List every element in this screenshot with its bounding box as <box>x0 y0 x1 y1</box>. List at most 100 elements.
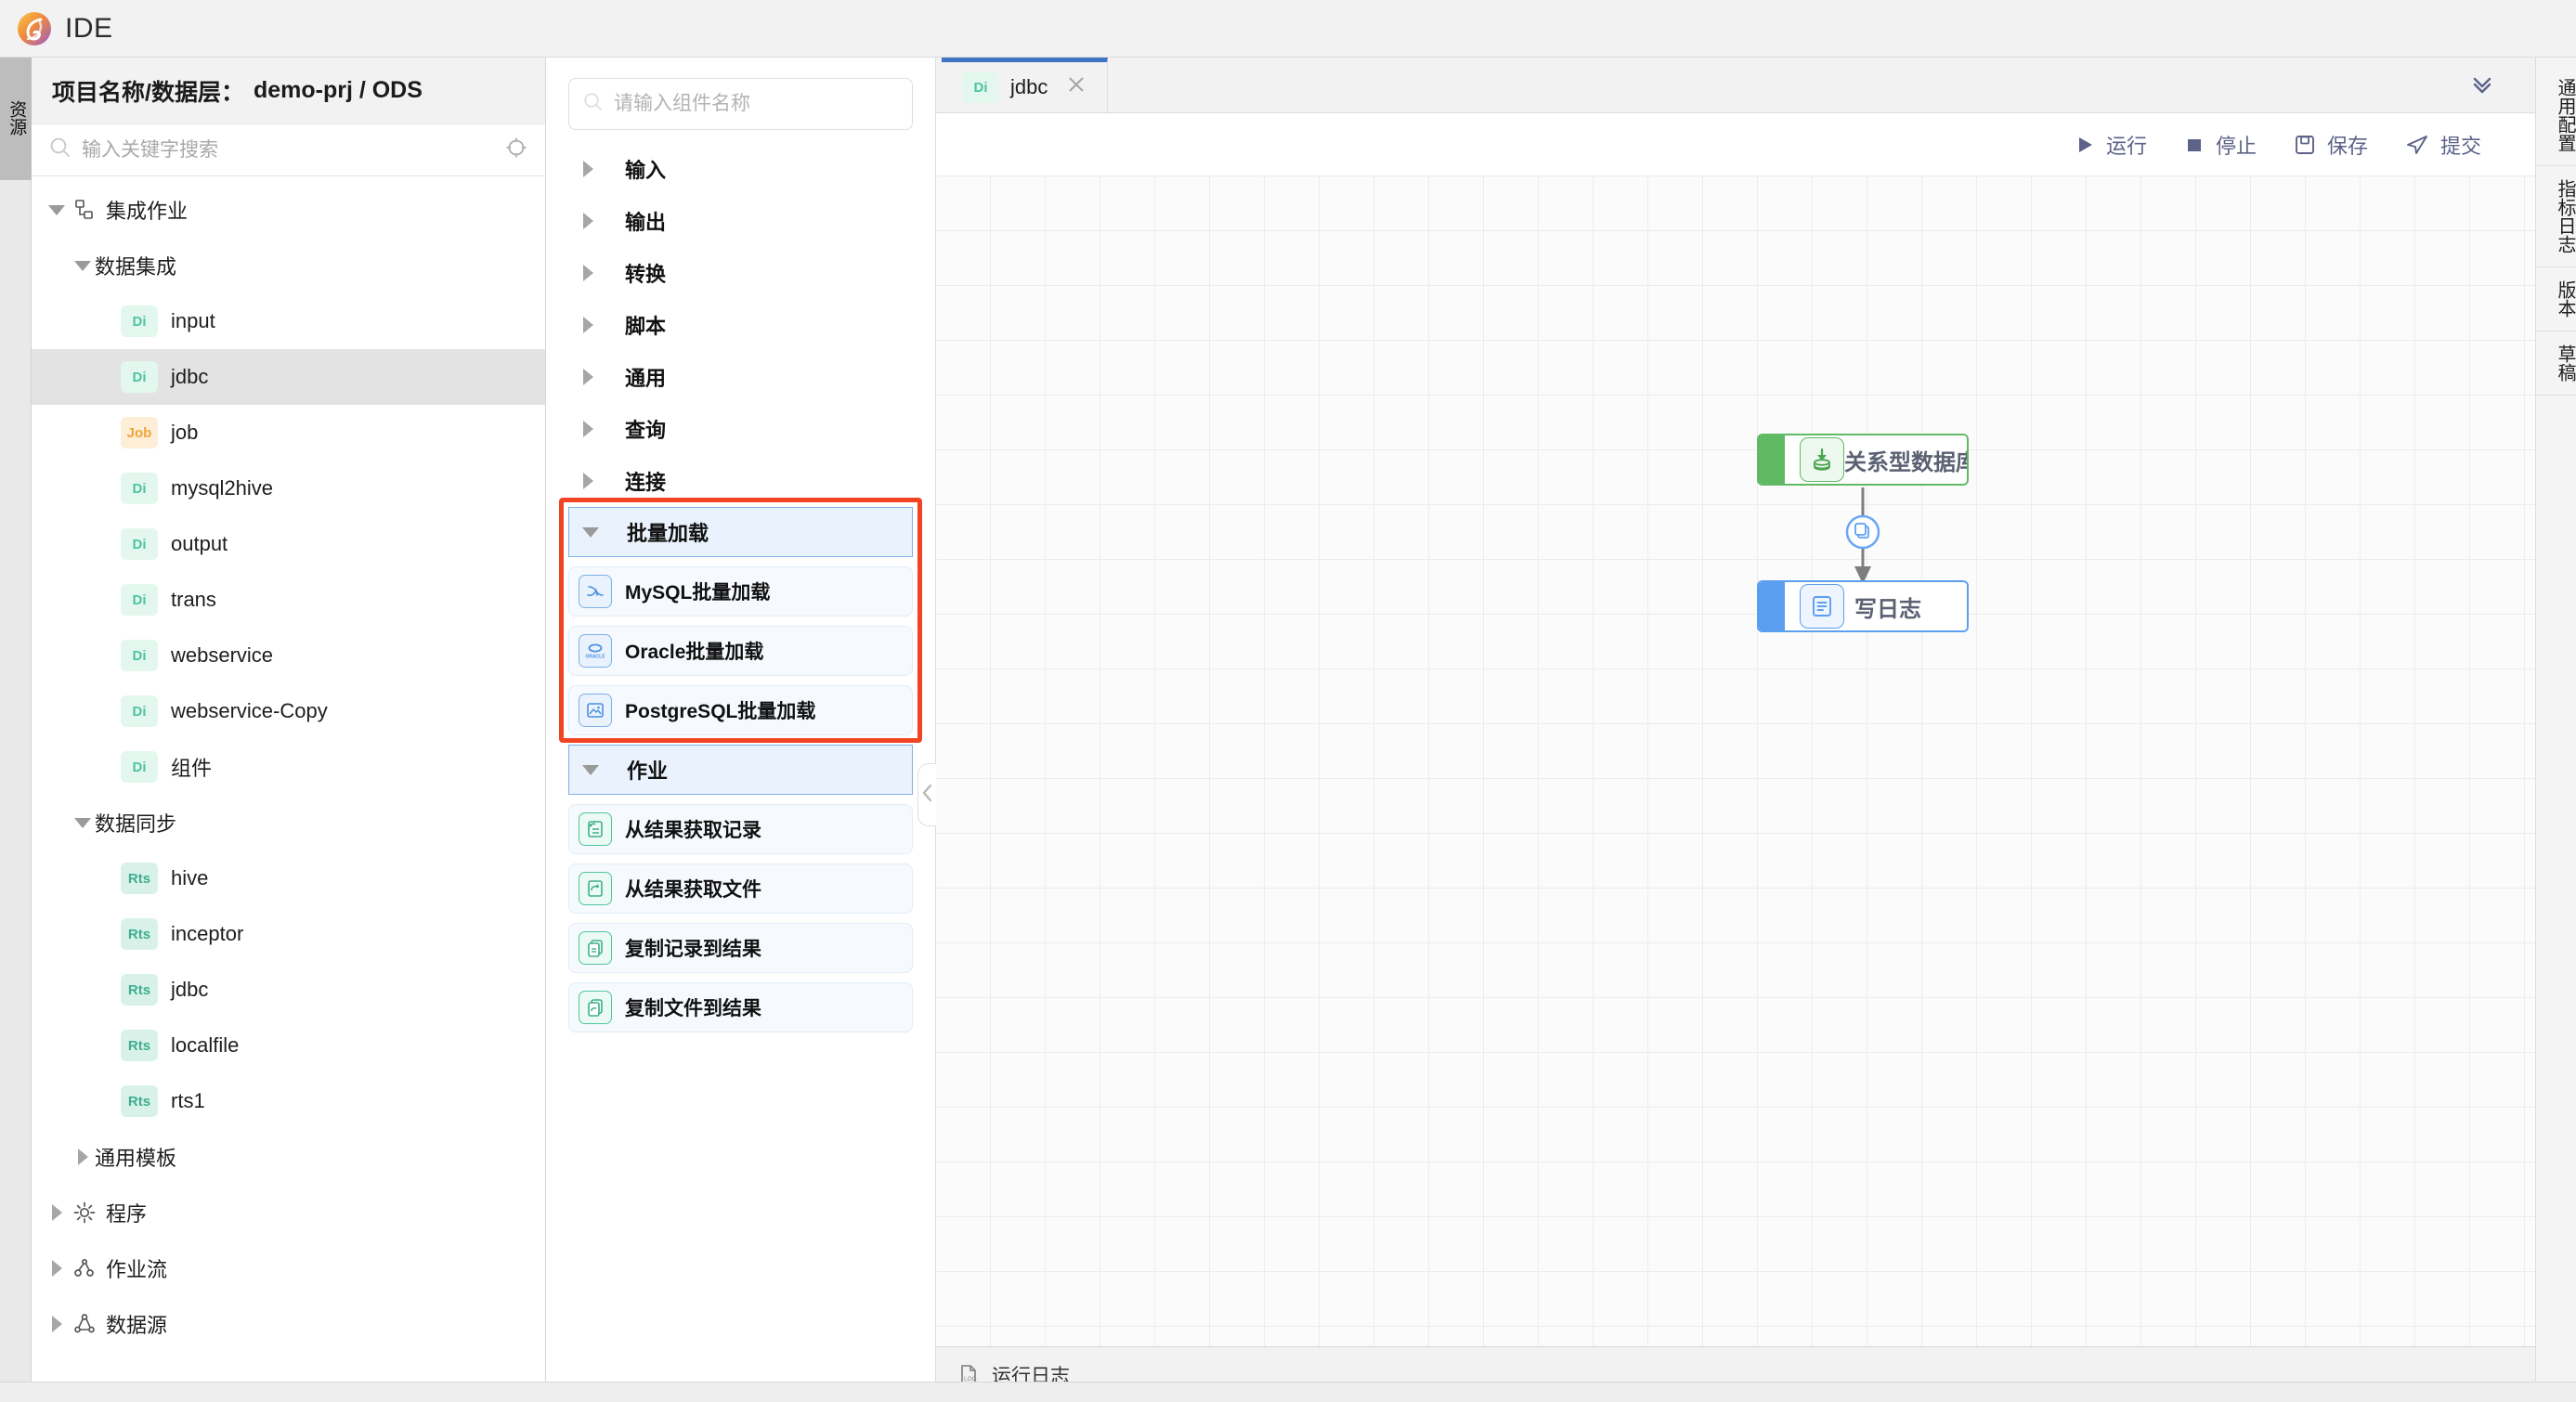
tree-item-label: 作业流 <box>106 1258 168 1281</box>
chevron-right-icon <box>583 369 593 385</box>
tree-item-程序[interactable]: 程序 <box>32 1185 545 1240</box>
palette-group-header-批量加载[interactable]: 批量加载 <box>568 507 913 557</box>
tree-item-badge: Rts <box>121 863 158 894</box>
palette-search-input[interactable] <box>614 93 899 115</box>
palette-component-复制记录到结果[interactable]: 复制记录到结果 <box>568 923 913 973</box>
palette-component-从结果获取文件[interactable]: 从结果获取文件 <box>568 863 913 914</box>
tree-item-localfile[interactable]: Rts localfile <box>32 1018 545 1073</box>
chevron-right-icon <box>583 421 593 437</box>
close-icon[interactable] <box>1066 74 1086 100</box>
flow-canvas[interactable]: 关系型数据库输... 写日志 <box>936 176 2535 1346</box>
chevron-right-icon[interactable] <box>45 1316 69 1332</box>
tree-item-数据集成[interactable]: 数据集成 <box>32 238 545 293</box>
tree-item-webservice-copy[interactable]: Di webservice-Copy <box>32 683 545 739</box>
locate-target-icon[interactable] <box>504 136 528 164</box>
stop-button[interactable]: 停止 <box>2184 130 2257 160</box>
node-write-log[interactable]: 写日志 <box>1757 580 1969 632</box>
save-button[interactable]: 保存 <box>2294 130 2368 160</box>
tree-item-label: jdbc <box>171 365 209 388</box>
rail-tab-resource[interactable]: 资源 <box>0 58 32 180</box>
chevron-down-icon <box>582 526 599 538</box>
submit-button[interactable]: 提交 <box>2405 130 2481 160</box>
run-label: 运行 <box>2105 134 2147 158</box>
app-header-bar: IDE <box>0 0 2576 58</box>
chevron-down-icon[interactable] <box>45 204 69 215</box>
palette-component-从结果获取记录[interactable]: 从结果获取记录 <box>568 804 913 854</box>
copy-files-to-result-icon <box>579 991 612 1024</box>
palette-category-连接[interactable]: 连接 <box>568 455 913 507</box>
chevron-right-icon[interactable] <box>45 1260 69 1277</box>
palette-group-label: 批量加载 <box>627 522 709 545</box>
palette-category-通用[interactable]: 通用 <box>568 351 913 403</box>
left-rail: 资源 <box>0 58 32 1402</box>
double-chevron-down-icon[interactable] <box>2468 71 2496 103</box>
chevron-down-icon[interactable] <box>71 260 95 271</box>
palette-category-脚本[interactable]: 脚本 <box>568 299 913 351</box>
palette-group-header-作业[interactable]: 作业 <box>568 745 913 795</box>
chevron-right-icon <box>583 317 593 333</box>
tree-item-badge: Di <box>121 584 158 616</box>
tree-item-数据源[interactable]: 数据源 <box>32 1296 545 1352</box>
tree-item-集成作业[interactable]: 集成作业 <box>32 182 545 238</box>
palette-component-MySQL批量加载[interactable]: MySQL批量加载 <box>568 566 913 617</box>
tree-item-label: 数据同步 <box>95 812 177 836</box>
right-rail-tab-草稿[interactable]: 草稿 <box>2536 331 2576 396</box>
chevron-right-icon[interactable] <box>71 1149 95 1165</box>
tree-item-job[interactable]: Job job <box>32 405 545 461</box>
chevron-left-icon <box>921 783 934 808</box>
write-log-icon <box>1800 584 1844 629</box>
tree-item-jdbc[interactable]: Rts jdbc <box>32 962 545 1018</box>
tree-item-rts1[interactable]: Rts rts1 <box>32 1073 545 1129</box>
tree-item-inceptor[interactable]: Rts inceptor <box>32 906 545 962</box>
tree-item-mysql2hive[interactable]: Di mysql2hive <box>32 461 545 516</box>
palette-component-label: 从结果获取文件 <box>625 879 761 901</box>
tree-item-trans[interactable]: Di trans <box>32 572 545 628</box>
right-rail-tab-通用配置[interactable]: 通用配置 <box>2536 65 2576 166</box>
right-rail-tab-指标日志[interactable]: 指标日志 <box>2536 166 2576 267</box>
palette-component-label: 复制记录到结果 <box>625 939 761 960</box>
tree-search-bar <box>32 124 545 176</box>
chevron-down-icon[interactable] <box>71 817 95 828</box>
run-button[interactable]: 运行 <box>2075 130 2147 160</box>
right-rail-tab-版本[interactable]: 版本 <box>2536 267 2576 331</box>
project-label: 项目名称/数据层： <box>52 79 244 106</box>
resource-tree-panel: 项目名称/数据层： demo-prj / ODS 集成作业数据集成Diinput… <box>32 58 546 1402</box>
mysql-dolphin-icon <box>579 575 612 608</box>
palette-category-label: 转换 <box>625 263 667 286</box>
tab-jdbc[interactable]: Di jdbc <box>942 58 1109 112</box>
tree-item-webservice[interactable]: Di webservice <box>32 628 545 683</box>
palette-category-输入[interactable]: 输入 <box>568 143 913 195</box>
chevron-down-icon <box>582 764 599 775</box>
palette-category-查询[interactable]: 查询 <box>568 403 913 455</box>
tree-item-作业流[interactable]: 作业流 <box>32 1240 545 1296</box>
editor-tabbar: Di jdbc <box>936 58 2535 113</box>
tree-item-label: 通用模板 <box>95 1147 177 1170</box>
tree-item-badge: Di <box>121 528 158 560</box>
tree-item-数据同步[interactable]: 数据同步 <box>32 795 545 850</box>
node-label: 关系型数据库输... <box>1844 449 1967 475</box>
submit-label: 提交 <box>2439 134 2481 158</box>
tree-item-label: trans <box>171 588 216 611</box>
tree-item-output[interactable]: Di output <box>32 516 545 572</box>
chevron-right-icon[interactable] <box>45 1204 69 1221</box>
resource-tree-list: 集成作业 数据集成 Di input Di jdbc Job job Di mysql2hive D… <box>32 176 545 1402</box>
tree-search-input[interactable] <box>82 138 504 162</box>
palette-collapse-handle[interactable] <box>917 763 936 826</box>
gear-icon <box>69 1201 100 1225</box>
palette-category-label: 连接 <box>625 471 667 494</box>
tree-item-hive[interactable]: Rts hive <box>32 850 545 906</box>
node-relational-db-input[interactable]: 关系型数据库输... <box>1757 434 1969 486</box>
tree-item-badge: Di <box>121 305 158 337</box>
palette-component-复制文件到结果[interactable]: 复制文件到结果 <box>568 982 913 1032</box>
project-header: 项目名称/数据层： demo-prj / ODS <box>32 58 545 124</box>
tree-item-badge: Job <box>121 417 158 448</box>
palette-category-输出[interactable]: 输出 <box>568 195 913 247</box>
tree-item-通用模板[interactable]: 通用模板 <box>32 1129 545 1185</box>
palette-component-PostgreSQL批量加载[interactable]: PostgreSQL批量加载 <box>568 685 913 735</box>
palette-category-转换[interactable]: 转换 <box>568 247 913 299</box>
chevron-right-icon <box>583 265 593 281</box>
tree-item-jdbc[interactable]: Di jdbc <box>32 349 545 405</box>
palette-component-Oracle批量加载[interactable]: ORACLE Oracle批量加载 <box>568 626 913 676</box>
tree-item-input[interactable]: Di input <box>32 293 545 349</box>
tree-item-组件[interactable]: Di 组件 <box>32 739 545 795</box>
